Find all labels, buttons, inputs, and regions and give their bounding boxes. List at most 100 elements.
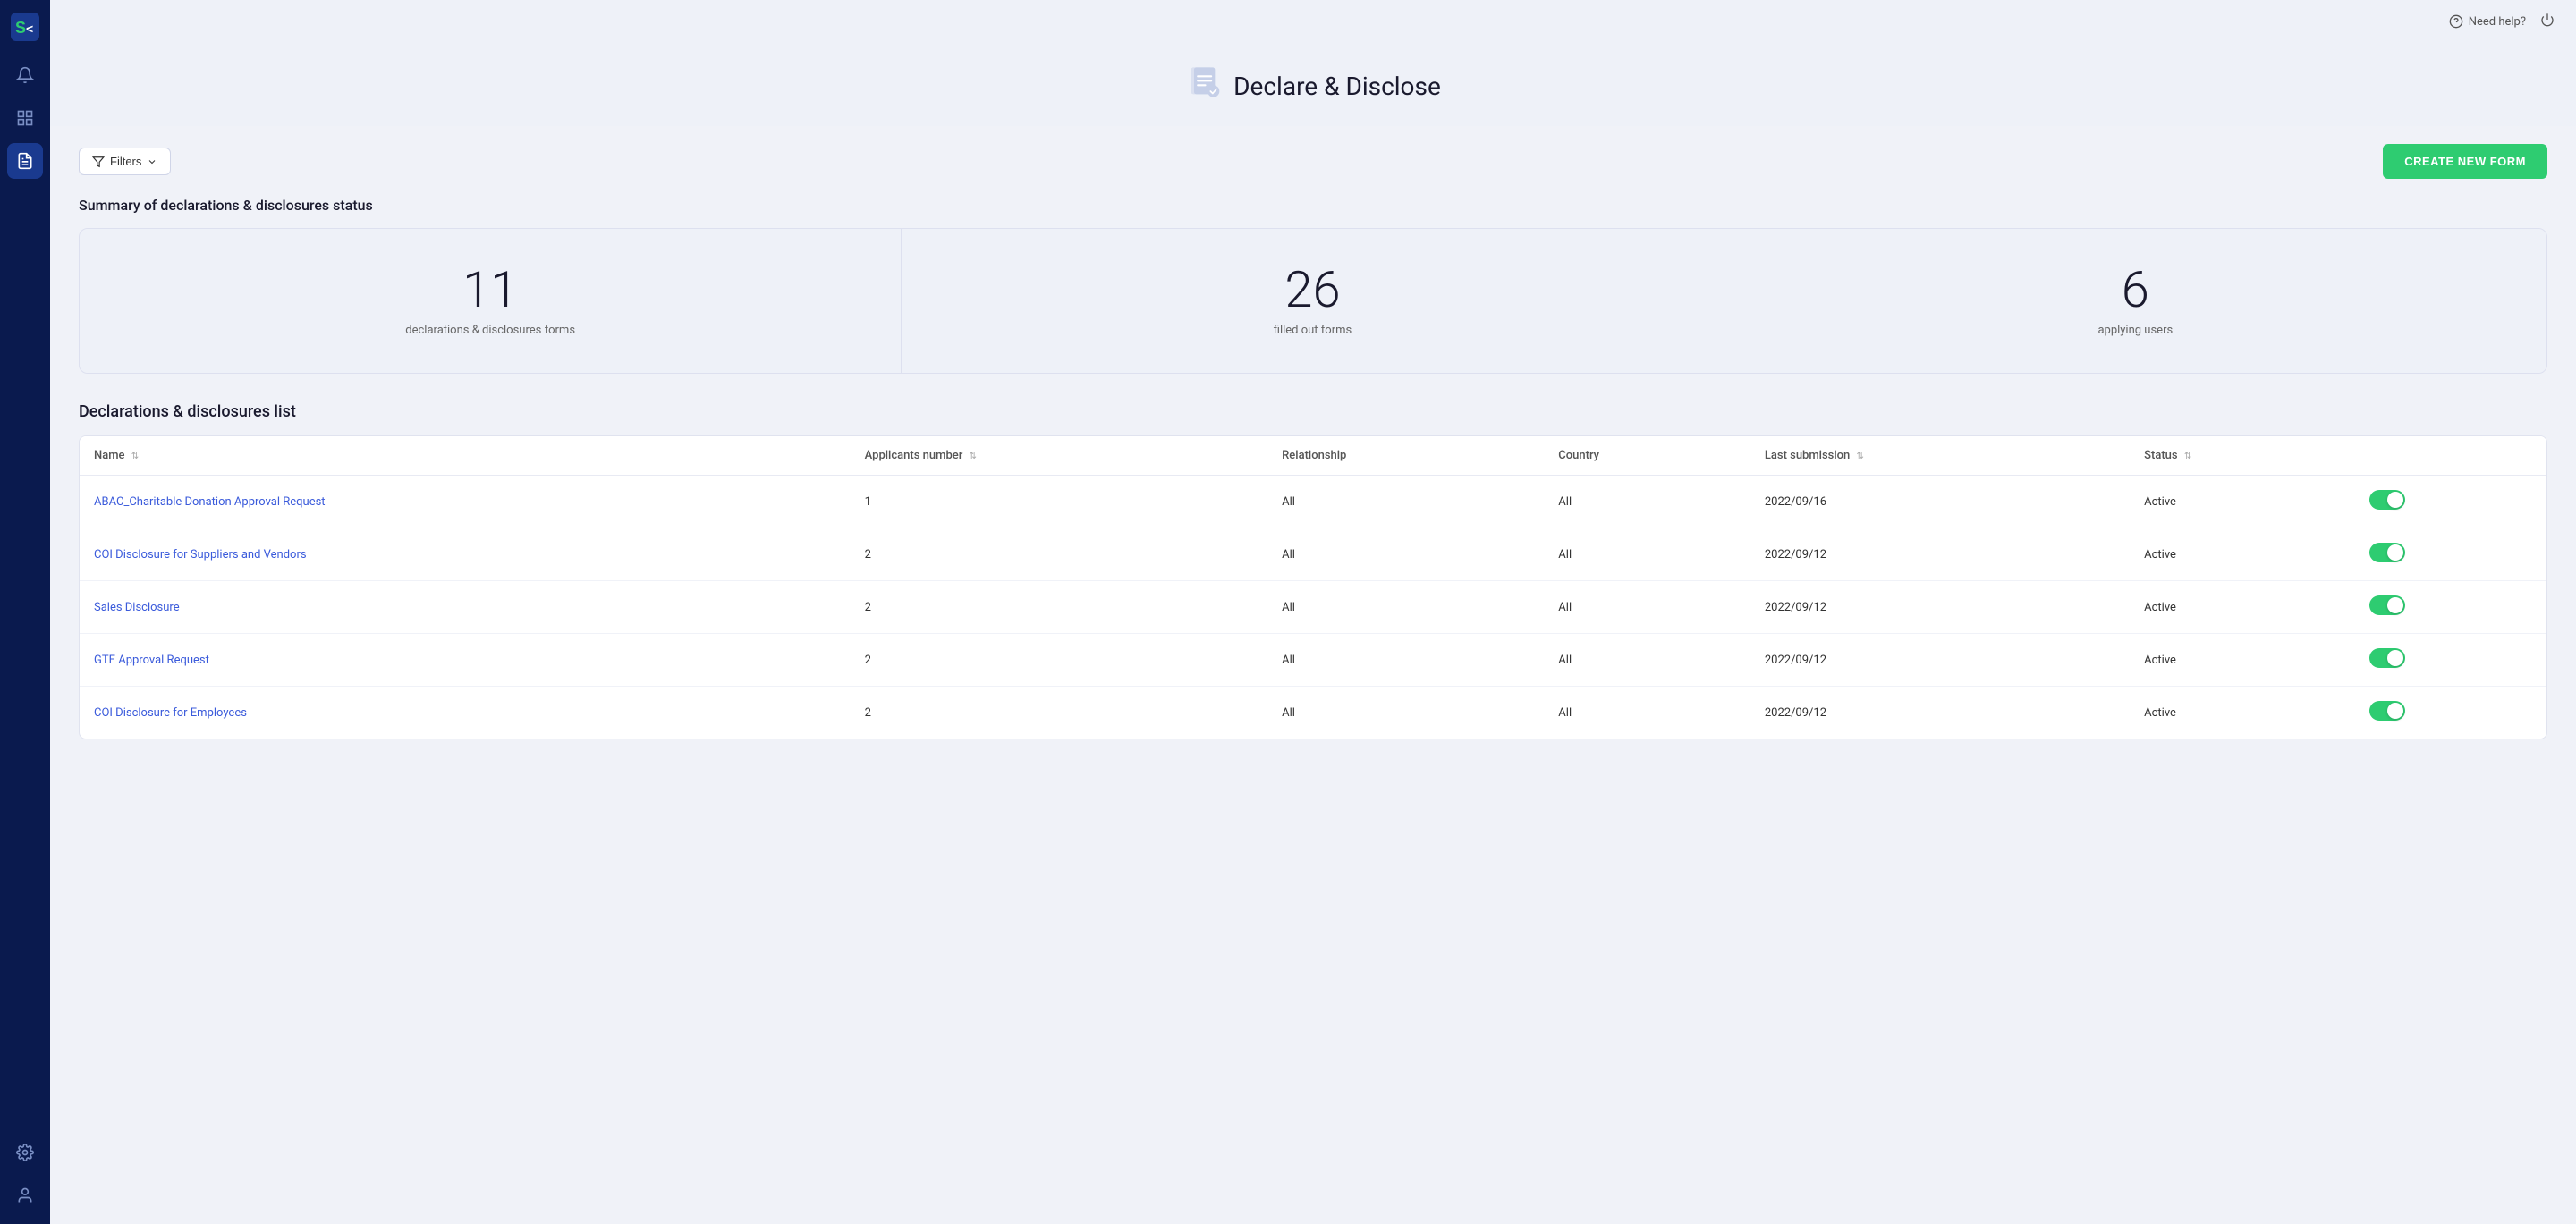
stat-number-filled: 26	[1284, 265, 1340, 315]
cell-status-4: Active	[2130, 687, 2355, 739]
sidebar-bottom	[7, 1135, 43, 1213]
cell-status-3: Active	[2130, 634, 2355, 687]
toggle-4[interactable]	[2369, 701, 2405, 721]
table-row: Sales Disclosure 2 All All 2022/09/12 Ac…	[80, 581, 2546, 634]
declarations-table: Name ⇅ Applicants number ⇅ Relationship …	[79, 435, 2547, 739]
cell-name-4: COI Disclosure for Employees	[80, 687, 851, 739]
toggle-1[interactable]	[2369, 543, 2405, 562]
cell-submission-3: 2022/09/12	[1750, 634, 2130, 687]
cell-name-1: COI Disclosure for Suppliers and Vendors	[80, 528, 851, 581]
sidebar-item-bell[interactable]	[7, 57, 43, 93]
col-submission-label: Last submission	[1765, 449, 1850, 462]
toolbar: Filters CREATE NEW FORM	[79, 144, 2547, 179]
row-name-link-2[interactable]: Sales Disclosure	[94, 601, 180, 614]
cell-submission-4: 2022/09/12	[1750, 687, 2130, 739]
row-name-link-3[interactable]: GTE Approval Request	[94, 654, 209, 667]
app-logo[interactable]: S <	[9, 11, 41, 43]
cell-country-1: All	[1544, 528, 1750, 581]
sidebar-item-user[interactable]	[7, 1178, 43, 1213]
svg-text:<: <	[26, 21, 33, 36]
toggle-0[interactable]	[2369, 490, 2405, 510]
col-toggle-header	[2355, 436, 2546, 476]
col-submission-sort-icon[interactable]: ⇅	[1857, 452, 1864, 461]
table-row: ABAC_Charitable Donation Approval Reques…	[80, 476, 2546, 528]
col-relationship: Relationship	[1267, 436, 1544, 476]
col-relationship-label: Relationship	[1282, 449, 1346, 462]
cell-status-2: Active	[2130, 581, 2355, 634]
table-row: COI Disclosure for Suppliers and Vendors…	[80, 528, 2546, 581]
toggle-3[interactable]	[2369, 648, 2405, 668]
stat-number-users: 6	[2122, 265, 2149, 315]
cell-relationship-1: All	[1267, 528, 1544, 581]
cell-status-1: Active	[2130, 528, 2355, 581]
cell-toggle-1	[2355, 528, 2546, 581]
col-country: Country	[1544, 436, 1750, 476]
stat-label-users: applying users	[2097, 324, 2173, 337]
create-form-button[interactable]: CREATE NEW FORM	[2383, 144, 2547, 179]
table-body: ABAC_Charitable Donation Approval Reques…	[80, 476, 2546, 739]
cell-submission-2: 2022/09/12	[1750, 581, 2130, 634]
power-button[interactable]	[2540, 13, 2555, 30]
help-label: Need help?	[2469, 15, 2526, 29]
cell-applicants-0: 1	[851, 476, 1267, 528]
cell-country-4: All	[1544, 687, 1750, 739]
filters-label: Filters	[110, 155, 141, 168]
col-country-label: Country	[1558, 449, 1599, 462]
sidebar-item-declare[interactable]	[7, 143, 43, 179]
cell-relationship-4: All	[1267, 687, 1544, 739]
cell-country-3: All	[1544, 634, 1750, 687]
cell-toggle-2	[2355, 581, 2546, 634]
stat-card-users: 6 applying users	[1724, 229, 2546, 373]
power-icon	[2540, 13, 2555, 27]
page-header: Declare & Disclose	[50, 43, 2576, 126]
main-content: Need help? Declare & Di	[50, 0, 2576, 1224]
col-name-sort-icon[interactable]: ⇅	[131, 452, 139, 461]
table-header-row: Name ⇅ Applicants number ⇅ Relationship …	[80, 436, 2546, 476]
cell-toggle-4	[2355, 687, 2546, 739]
col-applicants-sort-icon[interactable]: ⇅	[970, 452, 977, 461]
filter-icon	[92, 156, 105, 168]
cell-status-0: Active	[2130, 476, 2355, 528]
cell-relationship-2: All	[1267, 581, 1544, 634]
row-name-link-1[interactable]: COI Disclosure for Suppliers and Vendors	[94, 548, 307, 561]
sidebar-item-settings[interactable]	[7, 1135, 43, 1170]
col-applicants-label: Applicants number	[865, 449, 963, 462]
col-status-sort-icon[interactable]: ⇅	[2184, 452, 2191, 461]
stat-card-forms: 11 declarations & disclosures forms	[80, 229, 902, 373]
toggle-2[interactable]	[2369, 595, 2405, 615]
row-name-link-4[interactable]: COI Disclosure for Employees	[94, 706, 247, 720]
cell-name-3: GTE Approval Request	[80, 634, 851, 687]
cell-toggle-0	[2355, 476, 2546, 528]
row-name-link-0[interactable]: ABAC_Charitable Donation Approval Reques…	[94, 495, 326, 509]
col-applicants: Applicants number ⇅	[851, 436, 1267, 476]
stats-grid: 11 declarations & disclosures forms 26 f…	[79, 228, 2547, 374]
cell-country-0: All	[1544, 476, 1750, 528]
col-name-label: Name	[94, 449, 125, 462]
declare-icon	[1185, 64, 1221, 108]
stat-card-filled: 26 filled out forms	[902, 229, 1724, 373]
cell-submission-1: 2022/09/12	[1750, 528, 2130, 581]
cell-name-2: Sales Disclosure	[80, 581, 851, 634]
stat-number-forms: 11	[462, 265, 518, 315]
sidebar: S <	[0, 0, 50, 1224]
sidebar-item-dashboard[interactable]	[7, 100, 43, 136]
stat-label-filled: filled out forms	[1274, 324, 1352, 337]
cell-submission-0: 2022/09/16	[1750, 476, 2130, 528]
help-icon	[2449, 14, 2463, 29]
col-submission: Last submission ⇅	[1750, 436, 2130, 476]
help-button[interactable]: Need help?	[2449, 14, 2526, 29]
table-row: GTE Approval Request 2 All All 2022/09/1…	[80, 634, 2546, 687]
stat-label-forms: declarations & disclosures forms	[405, 324, 575, 337]
cell-applicants-1: 2	[851, 528, 1267, 581]
content-area: Filters CREATE NEW FORM Summary of decla…	[50, 126, 2576, 1224]
chevron-down-icon	[147, 156, 157, 167]
list-section-title: Declarations & disclosures list	[79, 402, 2547, 421]
cell-relationship-0: All	[1267, 476, 1544, 528]
col-status: Status ⇅	[2130, 436, 2355, 476]
table-header: Name ⇅ Applicants number ⇅ Relationship …	[80, 436, 2546, 476]
cell-country-2: All	[1544, 581, 1750, 634]
cell-toggle-3	[2355, 634, 2546, 687]
filters-button[interactable]: Filters	[79, 148, 171, 175]
cell-relationship-3: All	[1267, 634, 1544, 687]
svg-text:S: S	[15, 19, 26, 37]
